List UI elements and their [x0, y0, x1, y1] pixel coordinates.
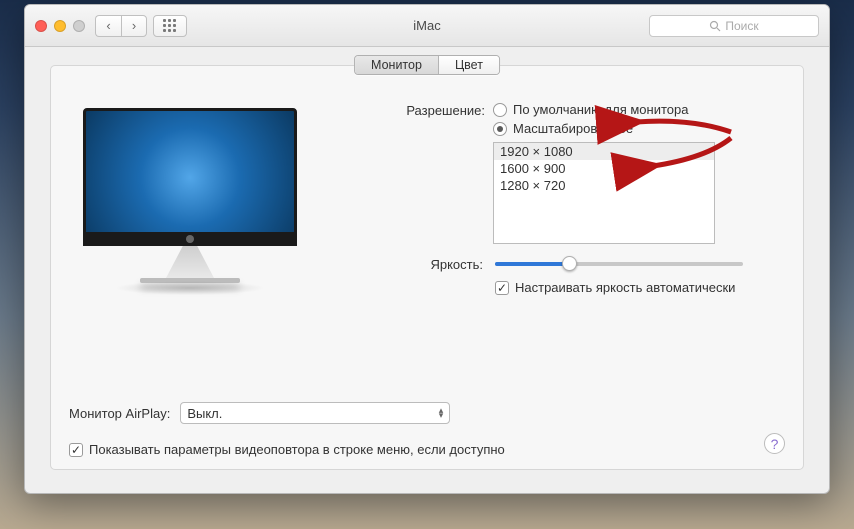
- titlebar: ‹ › iMac Поиск: [25, 5, 829, 47]
- radio-default[interactable]: По умолчанию для монитора: [493, 102, 688, 117]
- checkbox-icon: ✓: [495, 281, 509, 295]
- main-panel: Монитор Цвет Разрешение:: [50, 65, 804, 470]
- zoom-icon[interactable]: [73, 20, 85, 32]
- resolution-option[interactable]: 1920 × 1080: [494, 143, 714, 160]
- apple-logo-icon: [186, 235, 194, 243]
- auto-brightness-checkbox[interactable]: ✓ Настраивать яркость автоматически: [495, 280, 743, 295]
- settings-column: Разрешение: По умолчанию для монитора Ма…: [385, 102, 743, 303]
- resolution-label: Разрешение:: [385, 102, 485, 118]
- radio-scaled[interactable]: Масштабированное: [493, 121, 688, 136]
- back-button[interactable]: ‹: [95, 15, 121, 37]
- traffic-lights: [35, 20, 85, 32]
- resolution-option[interactable]: 1280 × 720: [494, 177, 714, 194]
- resolution-list[interactable]: 1920 × 1080 1600 × 900 1280 × 720: [493, 142, 715, 244]
- checkbox-icon: ✓: [69, 443, 83, 457]
- close-icon[interactable]: [35, 20, 47, 32]
- auto-brightness-label: Настраивать яркость автоматически: [515, 280, 735, 295]
- nav-back-forward: ‹ ›: [95, 15, 147, 37]
- mirror-checkbox[interactable]: ✓ Показывать параметры видеоповтора в ст…: [69, 442, 785, 457]
- radio-icon: [493, 103, 507, 117]
- search-input[interactable]: Поиск: [649, 15, 819, 37]
- show-all-button[interactable]: [153, 15, 187, 37]
- brightness-slider[interactable]: [495, 256, 743, 272]
- resolution-option[interactable]: 1600 × 900: [494, 160, 714, 177]
- slider-knob-icon[interactable]: [562, 256, 577, 271]
- chevron-up-down-icon: ▴▾: [439, 408, 444, 418]
- monitor-illustration: [83, 108, 297, 303]
- content-area: Разрешение: По умолчанию для монитора Ма…: [51, 66, 803, 469]
- help-button[interactable]: ?: [764, 433, 785, 454]
- forward-button[interactable]: ›: [121, 15, 147, 37]
- radio-default-label: По умолчанию для монитора: [513, 102, 688, 117]
- search-placeholder: Поиск: [725, 19, 758, 33]
- mirror-label: Показывать параметры видеоповтора в стро…: [89, 442, 505, 457]
- brightness-label: Яркость:: [385, 256, 483, 272]
- grid-icon: [163, 19, 177, 33]
- airplay-value: Выкл.: [187, 406, 222, 421]
- radio-icon: [493, 122, 507, 136]
- search-icon: [709, 20, 721, 32]
- radio-scaled-label: Масштабированное: [513, 121, 633, 136]
- preferences-window: ‹ › iMac Поиск Монитор Цвет: [24, 4, 830, 494]
- airplay-dropdown[interactable]: Выкл. ▴▾: [180, 402, 450, 424]
- airplay-label: Монитор AirPlay:: [69, 406, 170, 421]
- minimize-icon[interactable]: [54, 20, 66, 32]
